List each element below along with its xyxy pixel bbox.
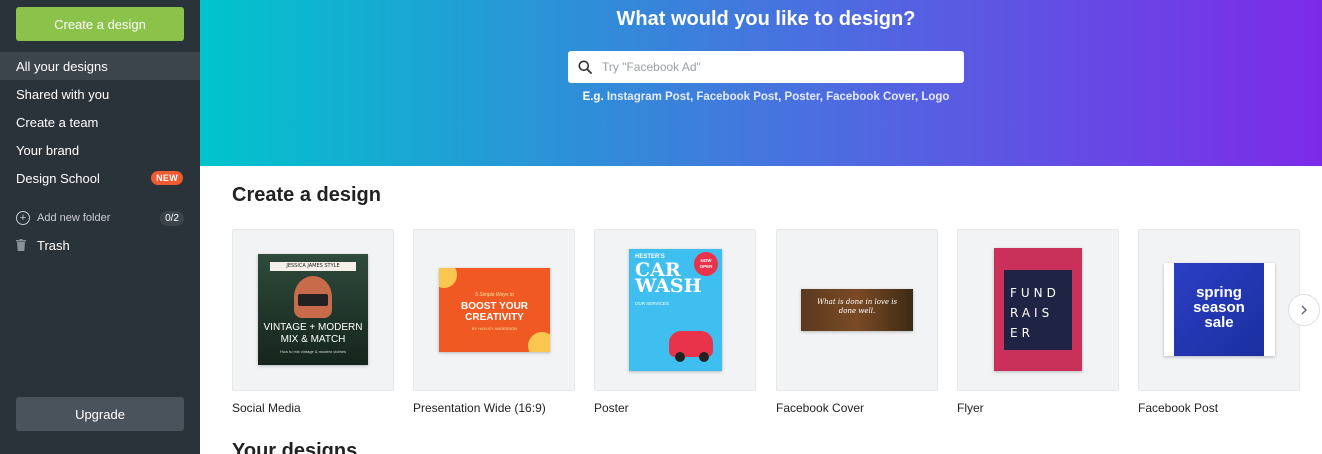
design-card-social-media[interactable]: JESSICA JAMES STYLE VINTAGE + MODERN MIX…: [232, 229, 394, 415]
card-thumbnail-area: FUND RAIS ER: [957, 229, 1119, 391]
trash-icon: [16, 239, 26, 251]
card-label: Facebook Post: [1138, 401, 1219, 415]
card-label: Facebook Cover: [776, 401, 865, 415]
decor-blob: [528, 332, 550, 352]
design-card-poster[interactable]: HESTER'S NOW OPEN CAR WASH OUR SERVICES …: [594, 229, 756, 415]
card-label: Social Media: [232, 401, 301, 415]
design-card-facebook-post[interactable]: spring season sale Facebook Post: [1138, 229, 1300, 415]
card-thumbnail-area: What is done in love is done well.: [776, 229, 938, 391]
plus-circle-icon: +: [16, 211, 30, 225]
upgrade-button[interactable]: Upgrade: [16, 397, 184, 431]
search-icon: [578, 60, 592, 74]
thumb-header: JESSICA JAMES STYLE: [270, 262, 356, 271]
search-input[interactable]: [602, 60, 942, 74]
sidebar-item-shared[interactable]: Shared with you: [0, 80, 200, 108]
social-media-thumbnail: JESSICA JAMES STYLE VINTAGE + MODERN MIX…: [258, 254, 368, 365]
add-folder-label: Add new folder: [37, 212, 111, 224]
flyer-thumbnail: FUND RAIS ER: [994, 248, 1082, 371]
card-thumbnail-area: spring season sale: [1138, 229, 1300, 391]
card-thumbnail-area: JESSICA JAMES STYLE VINTAGE + MODERN MIX…: [232, 229, 394, 391]
facebook-post-thumbnail: spring season sale: [1164, 263, 1275, 356]
sidebar-item-design-school[interactable]: Design School NEW: [0, 164, 200, 192]
search-box[interactable]: [568, 51, 964, 83]
sidebar-item-create-team[interactable]: Create a team: [0, 108, 200, 136]
card-label: Flyer: [957, 401, 984, 415]
thumb-sub: OUR SERVICES: [635, 301, 669, 306]
hero-banner: What would you like to design? E.g. Inst…: [200, 0, 1322, 166]
your-designs-heading: Your designs: [232, 440, 358, 454]
sidebar: Create a design All your designs Shared …: [0, 0, 212, 454]
design-card-facebook-cover[interactable]: What is done in love is done well. Faceb…: [776, 229, 938, 415]
sidebar-item-label: All your designs: [16, 58, 108, 74]
thumb-quote: What is done in love is done well.: [816, 298, 898, 315]
example-link-logo[interactable]: Logo: [921, 91, 949, 103]
chevron-right-icon: [1301, 305, 1307, 315]
design-card-presentation-wide[interactable]: 5 Simple Ways to BOOST YOUR CREATIVITY B…: [413, 229, 575, 415]
example-link-facebook-post[interactable]: Facebook Post: [696, 91, 778, 103]
car-wheel: [675, 352, 685, 362]
thumb-line1: FUND: [1010, 286, 1060, 300]
example-link-instagram-post[interactable]: Instagram Post: [607, 91, 690, 103]
new-badge: NEW: [151, 171, 183, 185]
card-thumbnail-area: 5 Simple Ways to BOOST YOUR CREATIVITY B…: [413, 229, 575, 391]
poster-thumbnail: HESTER'S NOW OPEN CAR WASH OUR SERVICES: [629, 249, 722, 371]
trash-label: Trash: [37, 237, 70, 253]
example-link-facebook-cover[interactable]: Facebook Cover: [826, 91, 915, 103]
sidebar-item-trash[interactable]: Trash: [16, 236, 70, 254]
sidebar-item-label: Shared with you: [16, 86, 110, 102]
thumb-badge: NOW OPEN: [694, 252, 718, 276]
thumb-line2: RAIS: [1010, 306, 1054, 320]
card-label: Poster: [594, 401, 629, 415]
thumb-sub: How to mix vintage & modern clothes: [279, 349, 347, 354]
create-design-heading: Create a design: [232, 184, 381, 206]
sidebar-item-your-brand[interactable]: Your brand: [0, 136, 200, 164]
thumb-sub: BY HAYLEY ANDERSON: [471, 326, 518, 331]
presentation-thumbnail: 5 Simple Ways to BOOST YOUR CREATIVITY B…: [439, 268, 550, 352]
thumb-title: VINTAGE + MODERN MIX & MATCH: [263, 322, 363, 345]
thumb-line3: ER: [1010, 326, 1034, 340]
example-link-poster[interactable]: Poster: [785, 91, 820, 103]
sidebar-nav: All your designs Shared with you Create …: [0, 52, 212, 192]
sidebar-item-all-designs[interactable]: All your designs: [0, 52, 212, 80]
sidebar-item-label: Your brand: [16, 142, 80, 158]
thumb-title: spring season sale: [1193, 284, 1245, 331]
flyer-text: FUND RAIS ER: [1010, 283, 1060, 343]
folder-count-badge: 0/2: [160, 210, 184, 226]
thumb-title: BOOST YOUR CREATIVITY: [460, 301, 529, 323]
sidebar-item-label: Create a team: [16, 114, 99, 130]
card-thumbnail-area: HESTER'S NOW OPEN CAR WASH OUR SERVICES: [594, 229, 756, 391]
facebook-cover-thumbnail: What is done in love is done well.: [801, 289, 913, 331]
carousel-next-button[interactable]: [1288, 294, 1320, 326]
sidebar-item-label: Design School: [16, 170, 100, 186]
thumb-title-line2: WASH: [635, 275, 702, 297]
decor-blob: [439, 268, 457, 288]
card-label: Presentation Wide (16:9): [413, 401, 546, 415]
car-wheel: [699, 352, 709, 362]
design-card-flyer[interactable]: FUND RAIS ER Flyer: [957, 229, 1119, 415]
hero-title: What would you like to design?: [616, 8, 916, 30]
create-design-button[interactable]: Create a design: [16, 7, 184, 41]
thumb-kicker: 5 Simple Ways to: [475, 292, 514, 298]
camera-icon: [298, 294, 328, 306]
add-folder-button[interactable]: + Add new folder 0/2: [16, 208, 184, 228]
app: Create a design All your designs Shared …: [0, 0, 1322, 454]
examples-prefix: E.g.: [582, 91, 604, 103]
search-examples: E.g. Instagram Post, Facebook Post, Post…: [582, 91, 950, 103]
